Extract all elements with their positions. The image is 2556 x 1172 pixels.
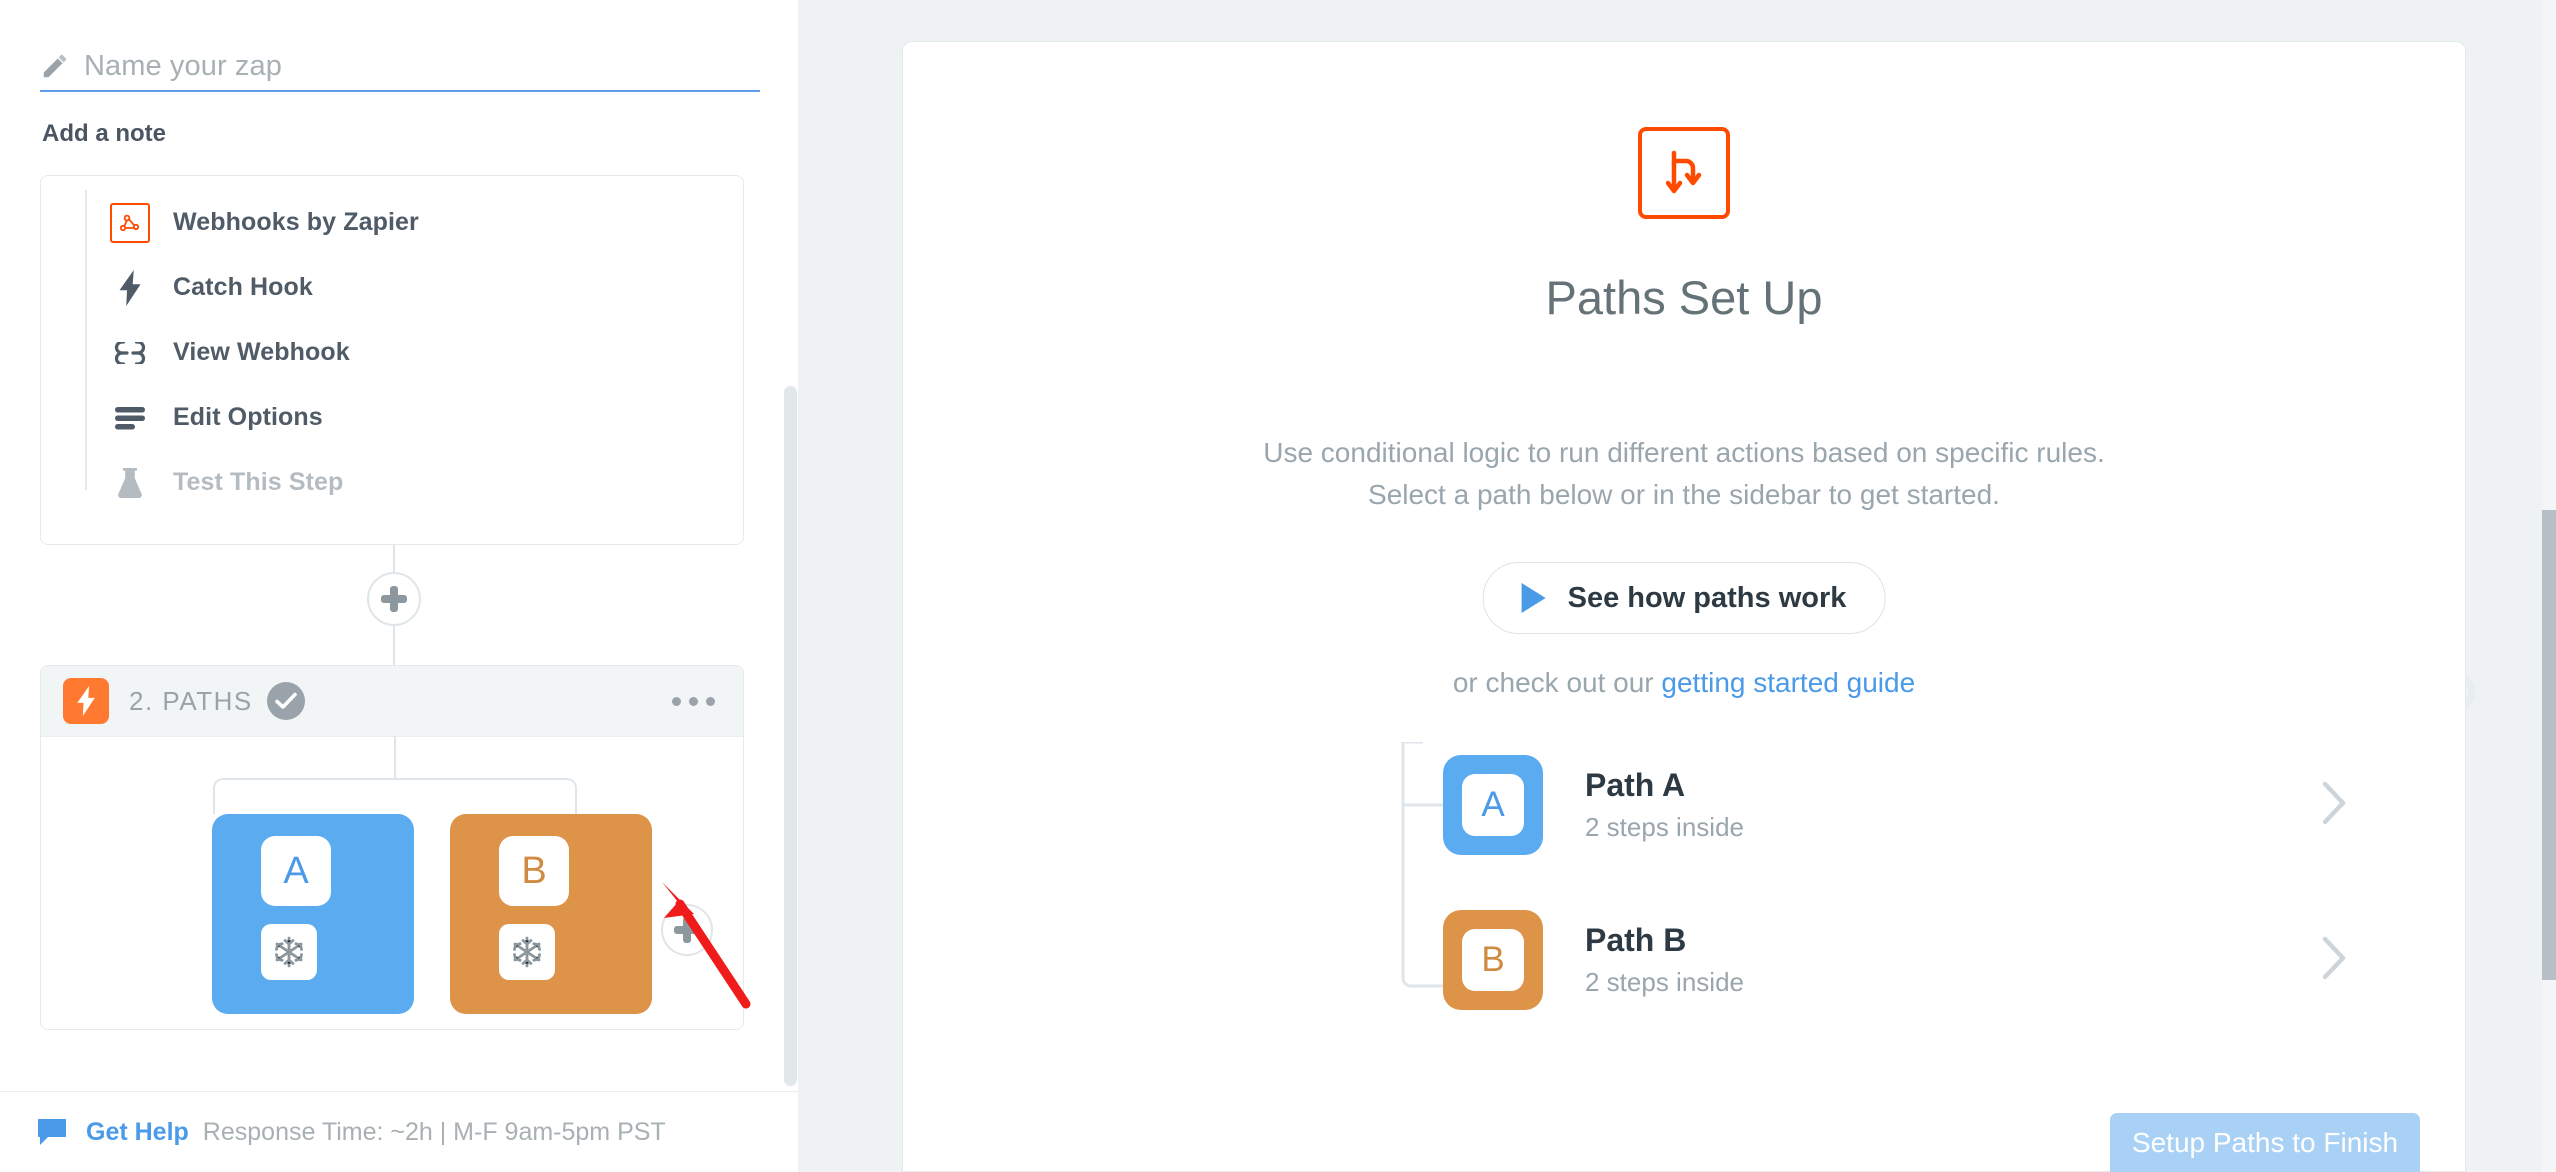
- path-card-b[interactable]: B: [450, 814, 652, 1014]
- path-row-title: Path A: [1585, 767, 1686, 803]
- plus-icon: [381, 586, 407, 612]
- pencil-icon: [40, 51, 70, 81]
- getting-started-guide-link[interactable]: getting started guide: [1661, 667, 1915, 698]
- getting-started-line: or check out our getting started guide: [903, 667, 2465, 699]
- footer-response-meta: Response Time: ~2h | M-F 9am-5pm PST: [202, 1117, 666, 1146]
- link-chain-icon: [109, 332, 151, 374]
- plus-icon: [674, 917, 700, 943]
- chat-bubble-icon: [36, 1117, 68, 1147]
- snowflake-icon: [499, 924, 555, 980]
- step-row-label: Catch Hook: [173, 273, 313, 301]
- path-row-subtitle: 2 steps inside: [1585, 967, 1744, 997]
- check-circle-icon: [266, 682, 305, 720]
- path-badge-letter: A: [1462, 774, 1524, 836]
- step-row-label: Test This Step: [173, 468, 344, 496]
- sliders-list-icon: [109, 397, 151, 439]
- path-row-text: Path A 2 steps inside: [1585, 767, 1744, 843]
- step-row-label: Edit Options: [173, 403, 323, 431]
- path-list: A Path A 2 steps inside B Path B 2 steps…: [903, 742, 2465, 1010]
- step-row-test-this-step[interactable]: Test This Step: [41, 450, 743, 515]
- sidebar: Name your zap Add a note Webhooks by Zap…: [0, 0, 798, 1172]
- path-badge-a: A: [1443, 755, 1543, 855]
- paths-branch-icon: [1638, 127, 1730, 219]
- page-description: Use conditional logic to run different a…: [903, 432, 2465, 516]
- snowflake-icon: [261, 924, 317, 980]
- step-row-label: View Webhook: [173, 338, 350, 366]
- paths-map-stem: [394, 736, 396, 778]
- ellipsis-icon[interactable]: [672, 696, 715, 706]
- step-row-webhooks-by-zapier[interactable]: Webhooks by Zapier: [41, 190, 743, 255]
- zap-name-input[interactable]: Name your zap: [84, 50, 282, 83]
- path-badge-b: B: [1443, 910, 1543, 1010]
- step-row-catch-hook[interactable]: Catch Hook: [41, 255, 743, 320]
- guide-prefix: or check out our: [1452, 667, 1662, 698]
- add-path-button[interactable]: [661, 904, 713, 956]
- path-row-subtitle: 2 steps inside: [1585, 812, 1744, 842]
- get-help-link[interactable]: Get Help: [86, 1118, 189, 1147]
- app-root: Name your zap Add a note Webhooks by Zap…: [0, 0, 2556, 1172]
- step-row-edit-options[interactable]: Edit Options: [41, 385, 743, 450]
- zapier-bolt-icon: [63, 678, 109, 724]
- step-card-trigger: Webhooks by Zapier Catch Hook View Webho…: [40, 175, 744, 545]
- setup-paths-to-finish-button[interactable]: Setup Paths to Finish: [2110, 1113, 2420, 1172]
- path-card-letter: B: [499, 836, 569, 906]
- description-line-2: Select a path below or in the sidebar to…: [1368, 479, 2000, 510]
- flask-icon: [109, 462, 151, 504]
- page-scrollbar-thumb[interactable]: [2542, 510, 2556, 980]
- path-row-text: Path B 2 steps inside: [1585, 922, 1744, 998]
- zap-name-row[interactable]: Name your zap: [40, 42, 760, 92]
- connector-lower: [393, 626, 395, 666]
- footer-bar: Get Help Response Time: ~2h | M-F 9am-5p…: [0, 1091, 798, 1172]
- add-step-button[interactable]: [367, 572, 421, 626]
- play-icon: [1521, 583, 1546, 613]
- step-row-list: Webhooks by Zapier Catch Hook View Webho…: [41, 190, 743, 515]
- step-row-view-webhook[interactable]: View Webhook: [41, 320, 743, 385]
- paths-step-title: 2. PATHS: [129, 685, 253, 716]
- chevron-right-icon[interactable]: [2321, 935, 2347, 986]
- path-row-title: Path B: [1585, 922, 1687, 958]
- path-row-b[interactable]: B Path B 2 steps inside: [1443, 905, 2363, 1015]
- sidebar-scrollbar[interactable]: [784, 386, 797, 1086]
- description-line-1: Use conditional logic to run different a…: [1263, 437, 2105, 468]
- path-card-a[interactable]: A: [212, 814, 414, 1014]
- path-card-letter: A: [261, 836, 331, 906]
- see-how-paths-work-label: See how paths work: [1567, 581, 1847, 614]
- sidebar-scroll-area: Name your zap Add a note Webhooks by Zap…: [0, 0, 798, 1092]
- path-badge-letter: B: [1462, 929, 1524, 991]
- lightning-bolt-icon: [109, 267, 151, 309]
- step-row-label: Webhooks by Zapier: [173, 208, 419, 236]
- step-card-paths: 2. PATHS A B: [40, 665, 744, 1030]
- paths-mini-map: A B: [41, 736, 743, 1031]
- chevron-right-icon[interactable]: [2321, 780, 2347, 831]
- webhooks-app-icon: [109, 202, 151, 244]
- add-note-label[interactable]: Add a note: [42, 120, 166, 148]
- paths-step-header[interactable]: 2. PATHS: [41, 666, 743, 737]
- page-scrollbar[interactable]: [2542, 0, 2556, 1172]
- see-how-paths-work-button[interactable]: See how paths work: [1482, 562, 1886, 634]
- paths-setup-panel: Paths Set Up Use conditional logic to ru…: [902, 41, 2466, 1172]
- path-row-a[interactable]: A Path A 2 steps inside: [1443, 750, 2363, 860]
- page-title: Paths Set Up: [1545, 271, 1823, 324]
- paths-map-bracket: [213, 778, 577, 814]
